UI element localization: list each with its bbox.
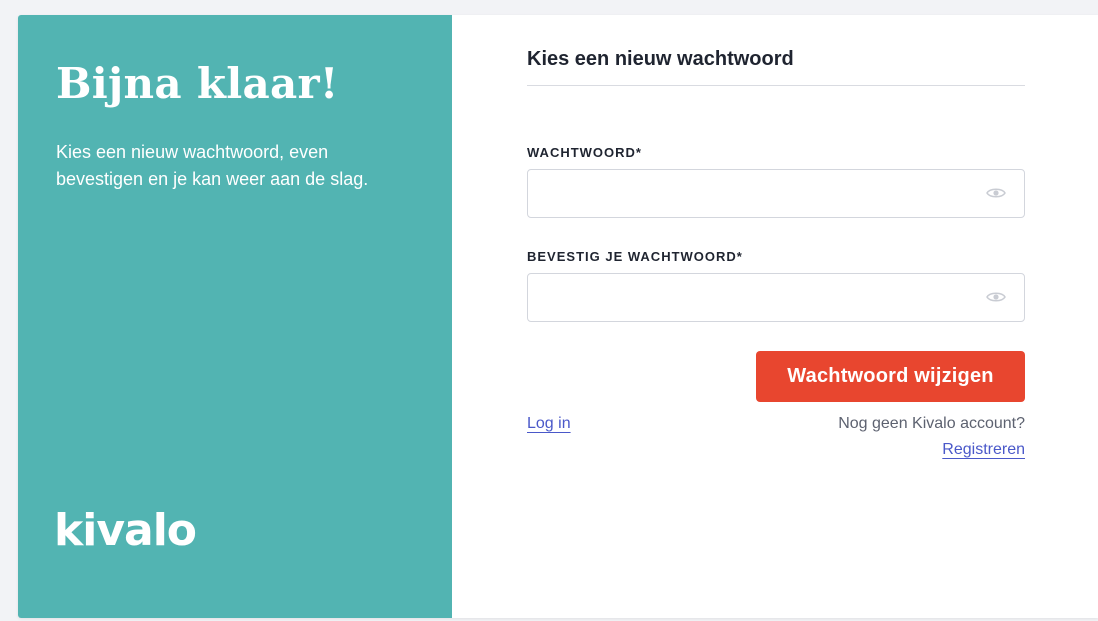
page-heading: Bijna klaar! [56,59,339,108]
confirm-password-label: BEVESTIG JE WACHTWOORD* [527,249,743,264]
reset-password-card: Bijna klaar! Kies een nieuw wachtwoord, … [18,15,1098,618]
change-password-button[interactable]: Wachtwoord wijzigen [756,351,1025,402]
register-link[interactable]: Registreren [942,441,1025,459]
password-field-wrapper [527,169,1025,218]
form-panel: Kies een nieuw wachtwoord WACHTWOORD* BE… [452,15,1098,618]
intro-text: Kies een nieuw wachtwoord, even bevestig… [56,142,369,189]
no-account-text: Nog geen Kivalo account? [838,415,1025,432]
eye-icon[interactable] [986,290,1006,304]
password-label: WACHTWOORD* [527,145,642,160]
confirm-password-input[interactable] [528,274,996,319]
title-divider [527,85,1025,86]
login-link[interactable]: Log in [527,415,571,433]
form-title: Kies een nieuw wachtwoord [527,48,794,70]
password-input[interactable] [528,170,996,215]
kivalo-logo: kivalo [54,505,197,556]
confirm-password-field-wrapper [527,273,1025,322]
eye-icon[interactable] [986,186,1006,200]
intro-panel: Bijna klaar! Kies een nieuw wachtwoord, … [18,15,452,618]
